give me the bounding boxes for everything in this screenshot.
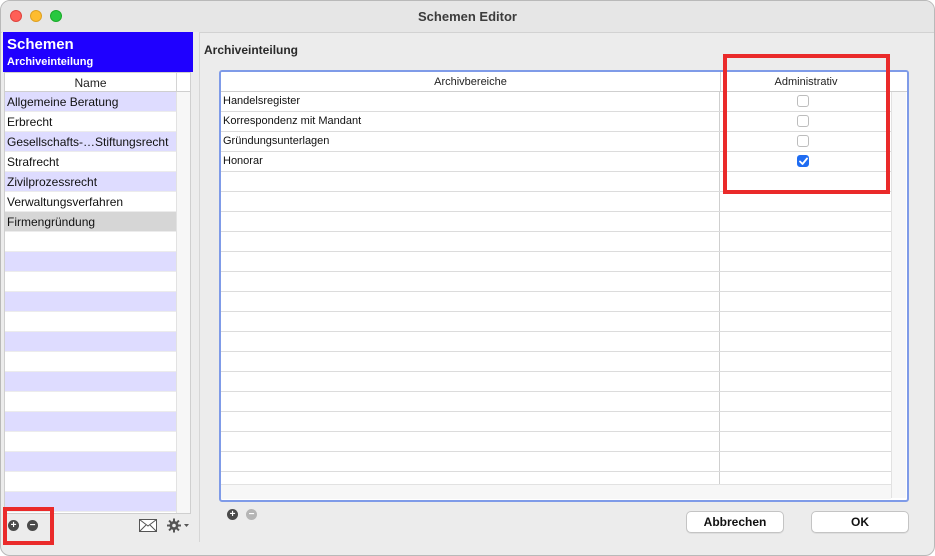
archivbereich-cell [221,272,720,291]
empty-table-row [221,432,891,452]
archivbereich-cell [221,212,720,231]
administrativ-cell [720,272,891,291]
name-column-label: Name [74,76,107,90]
title-bar: Schemen Editor [1,1,934,33]
administrativ-cell [720,192,891,211]
empty-list-row [5,232,176,252]
list-scrollbar[interactable] [176,92,190,513]
section-title: Archiveinteilung [204,43,299,57]
administrativ-cell [720,312,891,331]
administrativ-cell [720,332,891,351]
empty-list-row [5,332,176,352]
scheme-header-title: Schemen [7,36,74,53]
empty-list-row [5,452,176,472]
list-item[interactable]: Verwaltungsverfahren [5,192,176,212]
column-header-archivbereiche[interactable]: Archivbereiche [221,76,720,88]
archivbereich-cell[interactable]: Handelsregister [221,92,720,111]
envelope-icon[interactable] [139,519,157,537]
gear-dropdown-icon[interactable] [167,518,191,538]
archivbereich-cell [221,432,720,451]
empty-list-row [5,352,176,372]
archivbereich-cell [221,292,720,311]
empty-list-row [5,272,176,292]
empty-list-row [5,472,176,492]
administrativ-cell [720,252,891,271]
table-horizontal-scrollbar[interactable] [221,484,891,499]
list-item[interactable]: Allgemeine Beratung [5,92,176,112]
administrativ-cell [720,352,891,371]
list-item[interactable]: Zivilprozessrecht [5,172,176,192]
highlight-box-administrativ-column [723,54,890,194]
scheme-list-rows: Allgemeine Beratung Erbrecht Gesellschafts… [5,92,176,512]
archivbereich-cell [221,172,720,191]
administrativ-cell [720,292,891,311]
highlight-box-add-remove-icons [3,507,54,545]
archivbereich-cell [221,352,720,371]
list-item[interactable]: Firmengründung [5,212,176,232]
ok-button[interactable]: OK [811,511,909,533]
table-vertical-scrollbar[interactable] [891,92,906,498]
administrativ-cell [720,432,891,451]
empty-list-row [5,292,176,312]
empty-table-row [221,332,891,352]
archivbereich-cell[interactable]: Korrespondenz mit Mandant [221,112,720,131]
scheme-header-subtitle: Archiveinteilung [7,56,94,68]
add-row-icon[interactable]: + [227,509,238,520]
list-item[interactable]: Strafrecht [5,152,176,172]
archivbereich-cell [221,252,720,271]
archivbereich-cell [221,412,720,431]
archivbereich-cell [221,372,720,391]
list-item[interactable]: Gesellschafts-…Stiftungsrecht [5,132,176,152]
empty-table-row [221,272,891,292]
archivbereich-cell [221,232,720,251]
empty-table-row [221,372,891,392]
empty-list-row [5,432,176,452]
scheme-name-list: Name Allgemeine Beratung Erbrecht Gesellsc… [4,72,191,514]
cancel-button[interactable]: Abbrechen [686,511,784,533]
scheme-header: Schemen Archiveinteilung [3,32,193,72]
administrativ-cell [720,212,891,231]
empty-list-row [5,312,176,332]
schemen-editor-window: Schemen Editor Schemen Archiveinteilung … [0,0,935,556]
empty-table-row [221,352,891,372]
archivbereich-cell [221,192,720,211]
empty-table-row [221,412,891,432]
list-item[interactable]: Erbrecht [5,112,176,132]
schemes-sidebar: Schemen Archiveinteilung Name Allgemeine… [2,32,200,542]
window-title: Schemen Editor [418,9,517,24]
remove-row-icon[interactable]: − [246,509,257,520]
column-divider [176,73,177,91]
empty-list-row [5,252,176,272]
administrativ-cell [720,412,891,431]
administrativ-cell [720,372,891,391]
empty-table-row [221,312,891,332]
archivbereich-cell[interactable]: Honorar [221,152,720,171]
archivbereich-cell[interactable]: Gründungsunterlagen [221,132,720,151]
archivbereich-cell [221,392,720,411]
archivbereich-cell [221,332,720,351]
archivbereich-cell [221,452,720,471]
empty-table-row [221,452,891,472]
name-column-header[interactable]: Name [5,73,190,92]
empty-table-row [221,232,891,252]
empty-list-row [5,412,176,432]
empty-table-row [221,192,891,212]
empty-table-row [221,212,891,232]
empty-list-row [5,392,176,412]
archivbereich-cell [221,312,720,331]
administrativ-cell [720,232,891,251]
empty-table-row [221,392,891,412]
administrativ-cell [720,452,891,471]
empty-table-row [221,252,891,272]
empty-list-row [5,372,176,392]
administrativ-cell [720,392,891,411]
empty-table-row [221,292,891,312]
